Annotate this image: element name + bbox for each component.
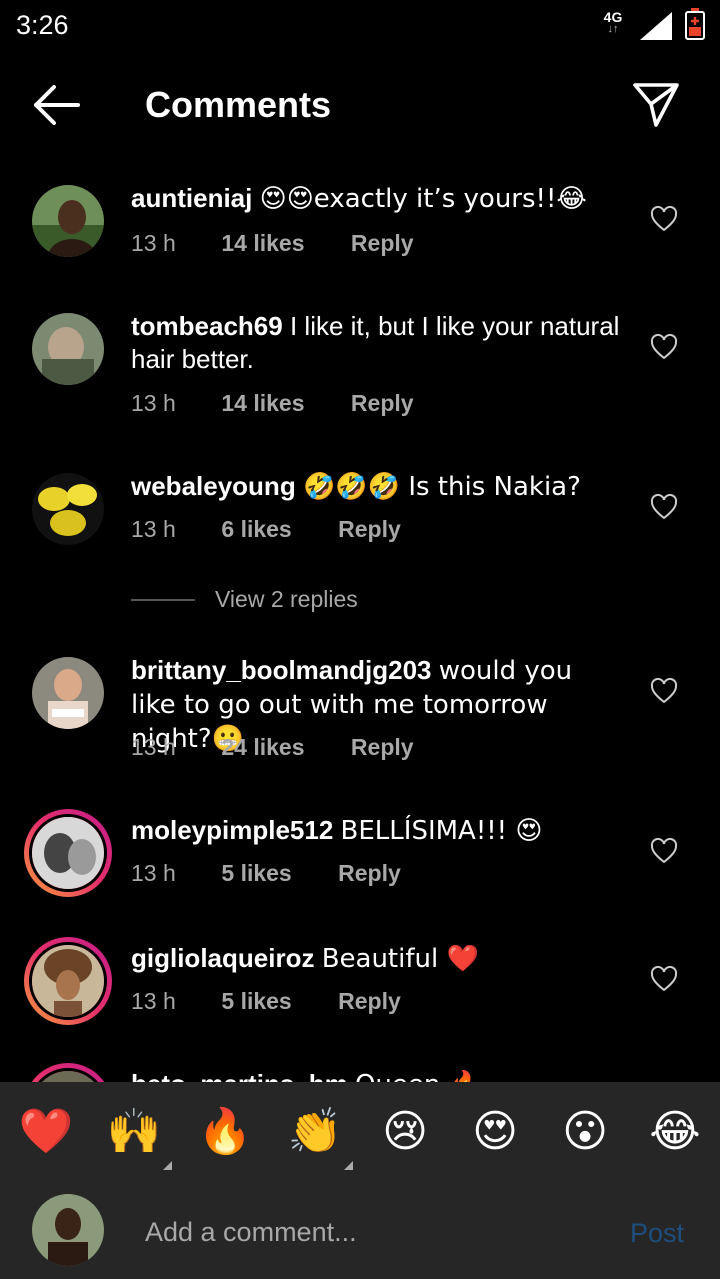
reply-button[interactable]: Reply <box>351 734 414 761</box>
comment-likes[interactable]: 14 likes <box>221 390 304 417</box>
emoji-reaction-bar: ❤️ 🙌 🔥 👏 😢 😍 😮 😂 <box>0 1082 720 1180</box>
reaction-heart-button[interactable]: ❤️ <box>18 1104 74 1160</box>
avatar[interactable] <box>32 185 104 257</box>
avatar <box>29 942 107 1020</box>
avatar[interactable] <box>32 313 104 385</box>
avatar[interactable] <box>32 473 104 545</box>
reaction-fire-button[interactable]: 🔥 <box>197 1104 253 1160</box>
comment-time: 13 h <box>131 230 176 256</box>
comments-header: Comments <box>0 60 720 150</box>
avatar <box>29 814 107 892</box>
comment-text: beto_martins_hm Queen 🔥 <box>131 1068 621 1082</box>
status-time: 3:26 <box>16 10 69 40</box>
comment-message: BELLÍSIMA!!! 😍 <box>340 816 543 846</box>
like-heart-icon[interactable] <box>650 838 678 864</box>
status-bar: 3:26 4G ↓↑ <box>0 0 720 52</box>
reaction-emoji: 🙌 <box>106 1106 162 1157</box>
like-heart-icon[interactable] <box>650 678 678 704</box>
comment-username[interactable]: beto_martins_hm <box>131 1069 348 1082</box>
reply-button[interactable]: Reply <box>351 390 414 417</box>
page-title: Comments <box>145 84 332 125</box>
comment-username[interactable]: gigliolaqueiroz <box>131 943 314 973</box>
comment-meta: 13 h 24 likes Reply <box>131 734 414 761</box>
reply-button[interactable]: Reply <box>338 988 401 1015</box>
comment-username[interactable]: brittany_boolmandjg203 <box>131 655 432 685</box>
comment-time: 13 h <box>131 988 176 1014</box>
reaction-laughing-button[interactable]: 😂 <box>647 1104 703 1160</box>
view-replies-label: View 2 replies <box>215 586 358 612</box>
divider <box>131 599 195 601</box>
reaction-clap-button[interactable]: 👏 <box>287 1104 353 1170</box>
arrow-left-icon[interactable] <box>30 82 82 128</box>
battery-icon <box>685 8 705 40</box>
post-button[interactable]: Post <box>630 1218 684 1249</box>
avatar-story-ring[interactable] <box>24 809 112 897</box>
comment-text: moleypimple512 BELLÍSIMA!!! 😍 <box>131 814 621 848</box>
comment-message: 😍😍exactly it’s yours!!😂 <box>259 184 587 214</box>
signal-icon <box>640 12 672 40</box>
comments-list[interactable]: auntieniaj 😍😍exactly it’s yours!!😂 13 h … <box>0 160 720 1082</box>
comment-meta: 13 h 6 likes Reply <box>131 516 401 543</box>
comment-likes[interactable]: 24 likes <box>221 734 304 761</box>
comment-meta: 13 h 14 likes Reply <box>131 390 414 417</box>
like-heart-icon[interactable] <box>650 334 678 360</box>
comment-time: 13 h <box>131 734 176 760</box>
comment-text: gigliolaqueiroz Beautiful ❤️ <box>131 942 621 976</box>
skin-tone-indicator <box>344 1161 353 1170</box>
comment-input[interactable] <box>145 1212 595 1252</box>
reaction-surprised-button[interactable]: 😮 <box>557 1104 613 1160</box>
avatar[interactable] <box>32 657 104 729</box>
comment-time: 13 h <box>131 516 176 542</box>
comment-likes[interactable]: 6 likes <box>221 516 291 543</box>
avatar-story-ring[interactable] <box>24 1063 112 1082</box>
view-replies-button[interactable]: View 2 replies <box>131 580 531 620</box>
comment-message: Queen 🔥 <box>355 1070 481 1082</box>
comment-likes[interactable]: 5 likes <box>221 988 291 1015</box>
network-arrows: ↓↑ <box>607 23 619 35</box>
comment-text: webaleyoung 🤣🤣🤣 Is this Nakia? <box>131 470 621 504</box>
paper-plane-icon[interactable] <box>630 80 682 130</box>
comment-time: 13 h <box>131 860 176 886</box>
comment-message: 🤣🤣🤣 Is this Nakia? <box>302 472 581 502</box>
comment-likes[interactable]: 5 likes <box>221 860 291 887</box>
reply-button[interactable]: Reply <box>338 860 401 887</box>
comment-username[interactable]: moleypimple512 <box>131 815 333 845</box>
avatar <box>29 1068 107 1082</box>
comment-message: Beautiful ❤️ <box>321 944 479 974</box>
comment-meta: 13 h 14 likes Reply <box>131 230 414 257</box>
reply-button[interactable]: Reply <box>351 230 414 257</box>
comment-text: tombeach69 I like it, but I like your na… <box>131 310 621 376</box>
comment-meta: 13 h 5 likes Reply <box>131 860 401 887</box>
like-heart-icon[interactable] <box>650 966 678 992</box>
comment-likes[interactable]: 14 likes <box>221 230 304 257</box>
comment-username[interactable]: webaleyoung <box>131 471 296 501</box>
skin-tone-indicator <box>163 1161 172 1170</box>
comment-composer: Post <box>0 1180 720 1279</box>
reaction-emoji: 👏 <box>287 1106 343 1157</box>
reaction-heart-eyes-button[interactable]: 😍 <box>467 1104 523 1160</box>
comment-meta: 13 h 5 likes Reply <box>131 988 401 1015</box>
reaction-crying-button[interactable]: 😢 <box>377 1104 433 1160</box>
network-type: 4G <box>603 9 623 25</box>
comment-username[interactable]: tombeach69 <box>131 311 283 341</box>
network-indicator: 4G ↓↑ <box>598 10 628 35</box>
comment-time: 13 h <box>131 390 176 416</box>
comment-username[interactable]: auntieniaj <box>131 183 252 213</box>
avatar-story-ring[interactable] <box>24 937 112 1025</box>
reaction-raised-hands-button[interactable]: 🙌 <box>106 1104 172 1170</box>
like-heart-icon[interactable] <box>650 494 678 520</box>
avatar <box>32 1194 104 1266</box>
comment-text: auntieniaj 😍😍exactly it’s yours!!😂 <box>131 182 621 216</box>
like-heart-icon[interactable] <box>650 206 678 232</box>
reply-button[interactable]: Reply <box>338 516 401 543</box>
